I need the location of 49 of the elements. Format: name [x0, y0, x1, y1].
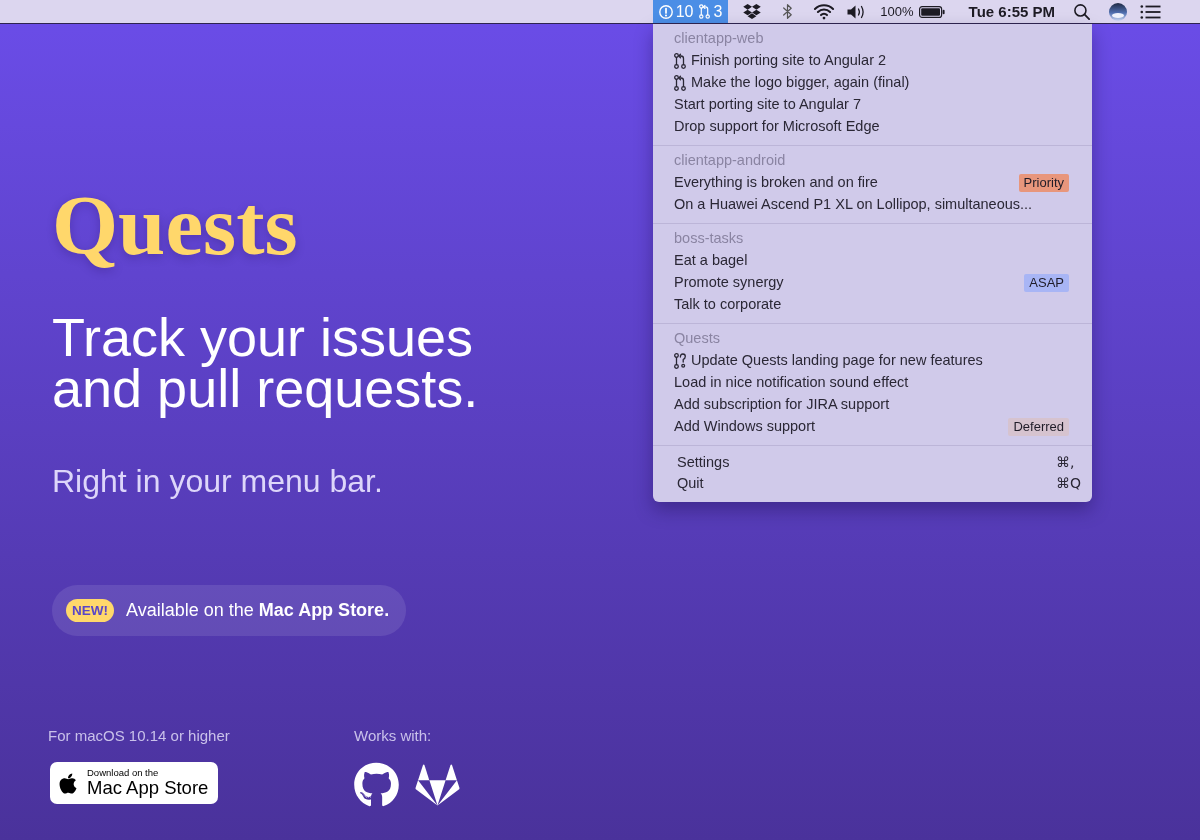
section-header: boss-tasks: [674, 229, 744, 249]
issue-icon: [658, 4, 673, 19]
section-header: Quests: [674, 329, 720, 349]
apple-icon: [59, 771, 77, 795]
app-store-badge[interactable]: Download on the Mac App Store: [50, 762, 218, 804]
pull-request-question-icon: [674, 353, 686, 369]
menu-item[interactable]: On a Huawei Ascend P1 XL on Lollipop, simultaneous...: [674, 194, 1033, 216]
app-store-link[interactable]: NEW! Available on the Mac App Store.: [52, 585, 407, 636]
dropbox-icon[interactable]: [743, 3, 762, 20]
works-with-label: Works with:: [354, 726, 432, 746]
section-header: clientapp-web: [674, 29, 764, 49]
avatar-icon[interactable]: [1109, 2, 1127, 21]
new-badge: NEW!: [66, 599, 114, 622]
menu-item[interactable]: Start porting site to Angular 7: [674, 94, 861, 116]
battery-icon[interactable]: [918, 5, 945, 18]
bluetooth-icon[interactable]: [783, 4, 793, 19]
menu-item[interactable]: Update Quests landing page for new features: [674, 350, 983, 372]
menu-item[interactable]: Drop support for Microsoft Edge: [674, 116, 880, 138]
gitlab-icon[interactable]: [415, 763, 460, 807]
keyboard-shortcut: ⌘Q: [1056, 474, 1083, 493]
wifi-icon[interactable]: [813, 3, 836, 20]
github-icon[interactable]: [354, 762, 399, 808]
keyboard-shortcut: ⌘,: [1056, 453, 1076, 472]
subtitle: Right in your menu bar.: [52, 463, 383, 499]
logo-wordmark: Quests: [52, 183, 298, 268]
menu-bar-clock[interactable]: Tue 6:55 PM: [968, 2, 1055, 21]
menu-item[interactable]: Talk to corporate: [674, 294, 782, 316]
pull-request-icon: [674, 75, 686, 91]
battery-percentage[interactable]: 100%: [880, 3, 914, 20]
menu-item[interactable]: Finish porting site to Angular 2: [674, 50, 887, 72]
menu-item[interactable]: Quit: [677, 472, 704, 495]
section-header: clientapp-android: [674, 151, 786, 171]
label-tag: ASAP: [1024, 274, 1069, 292]
menu-item[interactable]: Add subscription for JIRA support: [674, 394, 890, 416]
label-tag: Priority: [1018, 174, 1069, 192]
menu-item[interactable]: Make the logo bigger, again (final): [674, 72, 910, 94]
speaker-icon[interactable]: [846, 3, 866, 20]
menu-item[interactable]: Add Windows support: [674, 416, 816, 438]
menu-item[interactable]: Everything is broken and on fire: [674, 172, 878, 194]
list-icon[interactable]: [1140, 4, 1161, 19]
menu-item[interactable]: Eat a bagel: [674, 250, 748, 272]
menu-item[interactable]: Load in nice notification sound effect: [674, 372, 909, 394]
menu-item[interactable]: Promote synergy: [674, 272, 784, 294]
system-requirement: For macOS 10.14 or higher: [48, 726, 230, 746]
label-tag: Deferred: [1008, 418, 1069, 436]
pull-request-icon: [674, 53, 686, 69]
pull-request-icon: [699, 4, 711, 19]
menu-item[interactable]: Settings: [677, 451, 730, 474]
search-icon[interactable]: [1074, 3, 1090, 20]
